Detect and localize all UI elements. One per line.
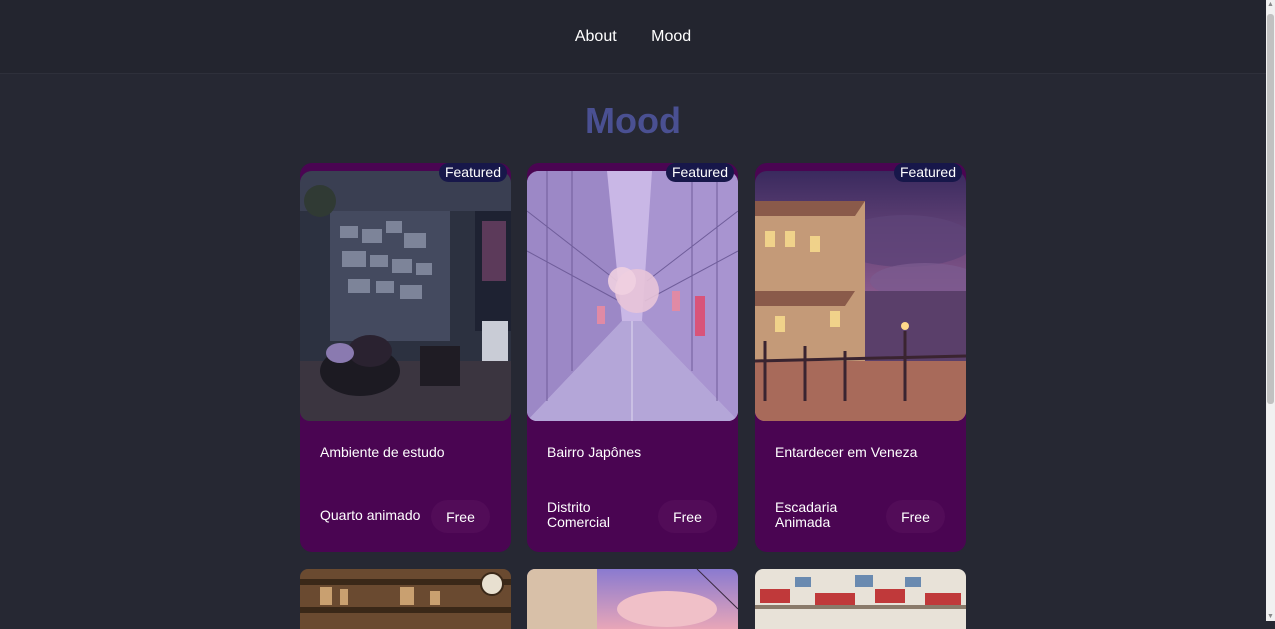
scroll-down-arrow-icon[interactable]: ▼ bbox=[1266, 612, 1275, 621]
top-navigation: About Mood bbox=[0, 0, 1266, 74]
mood-card-partial-1[interactable] bbox=[300, 569, 511, 629]
card-title: Entardecer em Veneza bbox=[775, 444, 918, 460]
price-button[interactable]: Free bbox=[658, 500, 717, 533]
scrollbar-thumb[interactable] bbox=[1267, 14, 1274, 404]
featured-badge: Featured bbox=[438, 163, 507, 182]
price-button[interactable]: Free bbox=[886, 500, 945, 533]
card-image-partial-2 bbox=[527, 569, 738, 629]
nav-link-about[interactable]: About bbox=[575, 28, 617, 46]
featured-badge: Featured bbox=[893, 163, 962, 182]
mood-card-partial-3[interactable] bbox=[755, 569, 966, 629]
mood-card-venice-sunset[interactable]: Featured Entardecer em Veneza Escadaria … bbox=[755, 163, 966, 552]
nav-link-mood[interactable]: Mood bbox=[651, 28, 691, 46]
mood-card-japanese-district[interactable]: Featured Bairro Japônes Distrito Comerci… bbox=[527, 163, 738, 552]
scroll-up-arrow-icon[interactable]: ▲ bbox=[1266, 0, 1275, 9]
card-title: Ambiente de estudo bbox=[320, 444, 445, 460]
card-subtitle: Distrito Comercial bbox=[547, 499, 611, 530]
card-subtitle: Escadaria Animada bbox=[775, 499, 838, 530]
price-button[interactable]: Free bbox=[431, 500, 490, 533]
card-image-partial-3 bbox=[755, 569, 966, 629]
card-subtitle: Quarto animado bbox=[320, 507, 421, 523]
nav-links: About Mood bbox=[560, 28, 706, 46]
mood-card-partial-2[interactable] bbox=[527, 569, 738, 629]
mood-card-study-room[interactable]: Featured Ambiente de estudo Quarto anima… bbox=[300, 163, 511, 552]
card-image-japanese-district bbox=[527, 171, 738, 421]
card-image-partial-1 bbox=[300, 569, 511, 629]
page-scrollbar[interactable]: ▲ ▼ bbox=[1266, 0, 1275, 621]
page-title: Mood bbox=[585, 100, 681, 141]
card-image-study-room bbox=[300, 171, 511, 421]
card-image-venice-sunset bbox=[755, 171, 966, 421]
card-title: Bairro Japônes bbox=[547, 444, 642, 460]
featured-badge: Featured bbox=[665, 163, 734, 182]
